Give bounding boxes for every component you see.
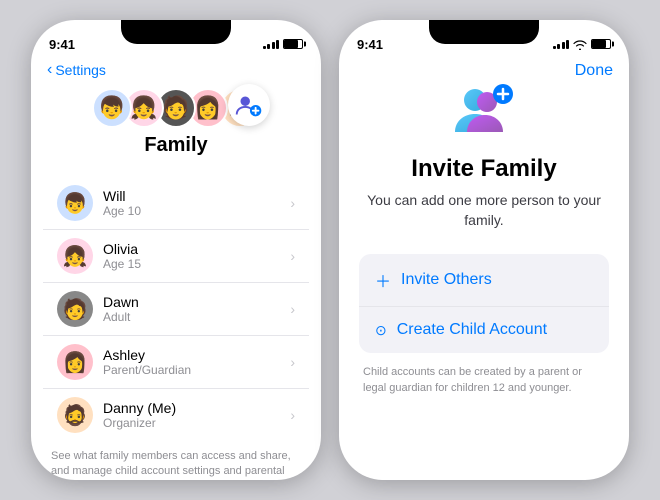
member-role-olivia: Age 15 [103,257,290,271]
back-button[interactable]: ‹ Settings [47,62,106,78]
member-role-will: Age 10 [103,204,290,218]
plus-icon: ＋ [375,268,391,292]
member-info-danny: Danny (Me) Organizer [103,400,290,430]
left-phone: 9:41 ‹ Settings 👦 👧 🧑 👩 [31,20,321,480]
member-info-dawn: Dawn Adult [103,294,290,324]
child-account-icon: ⊙ [375,322,387,339]
family-note: See what family members can access and s… [31,441,321,480]
member-info-olivia: Olivia Age 15 [103,241,290,271]
signal-icon [263,39,280,49]
invite-others-option[interactable]: ＋ Invite Others [359,254,609,307]
member-name-danny: Danny (Me) [103,400,290,416]
wifi-icon [573,39,587,50]
member-item-dawn[interactable]: 🧑 Dawn Adult › [43,283,309,336]
invite-content: Invite Family You can add one more perso… [339,80,629,396]
family-title: Family [144,134,207,157]
chevron-right-icon-3: › [290,301,295,317]
chevron-right-icon-2: › [290,248,295,264]
chevron-right-icon-4: › [290,354,295,370]
status-icons-right [553,39,612,50]
create-child-option[interactable]: ⊙ Create Child Account [359,307,609,353]
member-role-dawn: Adult [103,310,290,324]
invite-icon-wrap [449,80,519,145]
family-header: 👦 👧 🧑 👩 🧔 Family [31,84,321,177]
avatar-will-small: 👦 [57,185,93,221]
status-time-right: 9:41 [357,37,383,52]
status-icons-left [263,39,304,49]
nav-bar: ‹ Settings [31,60,321,84]
notch [121,20,231,44]
chevron-right-icon-5: › [290,407,295,423]
invite-subtitle: You can add one more person to your fami… [359,191,609,230]
member-list: 👦 Will Age 10 › 👧 Olivia Age 15 › 🧑 Dawn… [43,177,309,441]
battery-icon-right [591,39,611,49]
notch-right [429,20,539,44]
right-phone: 9:41 Done [339,20,629,480]
child-account-note: Child accounts can be created by a paren… [359,365,609,396]
member-name-will: Will [103,188,290,204]
back-label: Settings [55,62,106,78]
avatar-will: 👦 [92,88,132,128]
member-role-ashley: Parent/Guardian [103,363,290,377]
invite-family-icon [449,80,519,140]
chevron-right-icon: › [290,195,295,211]
member-name-olivia: Olivia [103,241,290,257]
member-item-danny[interactable]: 🧔 Danny (Me) Organizer › [43,389,309,441]
done-button[interactable]: Done [575,62,613,80]
member-info-ashley: Ashley Parent/Guardian [103,347,290,377]
chevron-left-icon: ‹ [47,62,52,78]
member-info-will: Will Age 10 [103,188,290,218]
invite-options: ＋ Invite Others ⊙ Create Child Account [359,254,609,353]
status-time-left: 9:41 [49,37,75,52]
invite-title: Invite Family [411,155,556,183]
invite-others-label: Invite Others [401,271,492,289]
member-name-ashley: Ashley [103,347,290,363]
battery-icon [283,39,303,49]
member-item-ashley[interactable]: 👩 Ashley Parent/Guardian › [43,336,309,389]
member-item-olivia[interactable]: 👧 Olivia Age 15 › [43,230,309,283]
avatar-dawn-small: 🧑 [57,291,93,327]
signal-icon-right [553,39,570,49]
member-item-will[interactable]: 👦 Will Age 10 › [43,177,309,230]
member-role-danny: Organizer [103,416,290,430]
avatar-ashley-small: 👩 [57,344,93,380]
member-name-dawn: Dawn [103,294,290,310]
avatar-olivia-small: 👧 [57,238,93,274]
add-family-button[interactable] [228,84,270,126]
create-child-label: Create Child Account [397,321,547,339]
avatar-danny-small: 🧔 [57,397,93,433]
